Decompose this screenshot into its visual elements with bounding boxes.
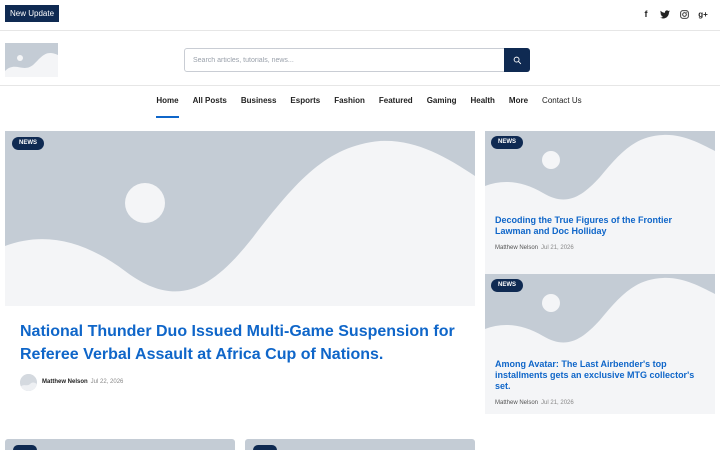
hero-category-tag[interactable]: NEWS — [12, 137, 44, 150]
hero-image[interactable] — [5, 131, 475, 306]
side-article-card: NEWS Decoding the True Figures of the Fr… — [485, 131, 715, 276]
author-avatar — [20, 374, 37, 391]
nav-item-contact-us[interactable]: Contact Us — [542, 86, 582, 120]
social-links: f g+ — [641, 9, 708, 19]
side-article-meta: Matthew Nelson Jul 21, 2026 — [495, 400, 574, 406]
nav-item-featured[interactable]: Featured — [379, 86, 413, 120]
side-category-tag[interactable]: NEWS — [491, 136, 523, 149]
nav-item-esports[interactable]: Esports — [290, 86, 320, 120]
top-bar: New Update f g+ — [0, 0, 720, 31]
search-input[interactable] — [185, 49, 505, 71]
twitter-icon[interactable] — [660, 9, 670, 19]
side-article-date: Jul 21, 2026 — [541, 245, 574, 251]
bottom-article-image[interactable] — [5, 439, 235, 450]
hero-author[interactable]: Matthew Nelson — [42, 379, 88, 385]
hero-meta: Matthew Nelson Jul 22, 2026 — [42, 379, 123, 385]
nav-item-business[interactable]: Business — [241, 86, 277, 120]
facebook-icon[interactable]: f — [641, 9, 651, 19]
side-category-tag[interactable]: NEWS — [491, 279, 523, 292]
hero-date: Jul 22, 2026 — [90, 379, 124, 385]
side-article-author[interactable]: Matthew Nelson — [495, 400, 538, 406]
search-button[interactable] — [504, 48, 530, 72]
site-logo[interactable] — [5, 43, 58, 77]
new-update-badge[interactable]: New Update — [5, 5, 60, 22]
side-article-meta: Matthew Nelson Jul 21, 2026 — [495, 245, 574, 251]
side-article-title[interactable]: Decoding the True Figures of the Frontie… — [495, 215, 695, 237]
google-plus-icon[interactable]: g+ — [698, 9, 708, 19]
hero-title[interactable]: National Thunder Duo Issued Multi-Game S… — [20, 320, 470, 366]
nav-item-fashion[interactable]: Fashion — [334, 86, 365, 120]
nav-item-health[interactable]: Health — [470, 86, 494, 120]
side-article-title[interactable]: Among Avatar: The Last Airbender's top i… — [495, 359, 695, 392]
search-icon — [513, 56, 521, 64]
nav-item-all-posts[interactable]: All Posts — [193, 86, 227, 120]
main-nav: Home All Posts Business Esports Fashion … — [0, 86, 720, 120]
nav-item-gaming[interactable]: Gaming — [427, 86, 457, 120]
site-header — [0, 31, 720, 86]
bottom-article-image[interactable] — [245, 439, 475, 450]
nav-item-home[interactable]: Home — [156, 86, 179, 120]
instagram-icon[interactable] — [679, 9, 689, 19]
side-article-author[interactable]: Matthew Nelson — [495, 245, 538, 251]
search-box — [184, 48, 530, 72]
side-article-date: Jul 21, 2026 — [541, 400, 574, 406]
side-article-card: NEWS Among Avatar: The Last Airbender's … — [485, 274, 715, 414]
nav-item-more[interactable]: More — [509, 86, 528, 120]
